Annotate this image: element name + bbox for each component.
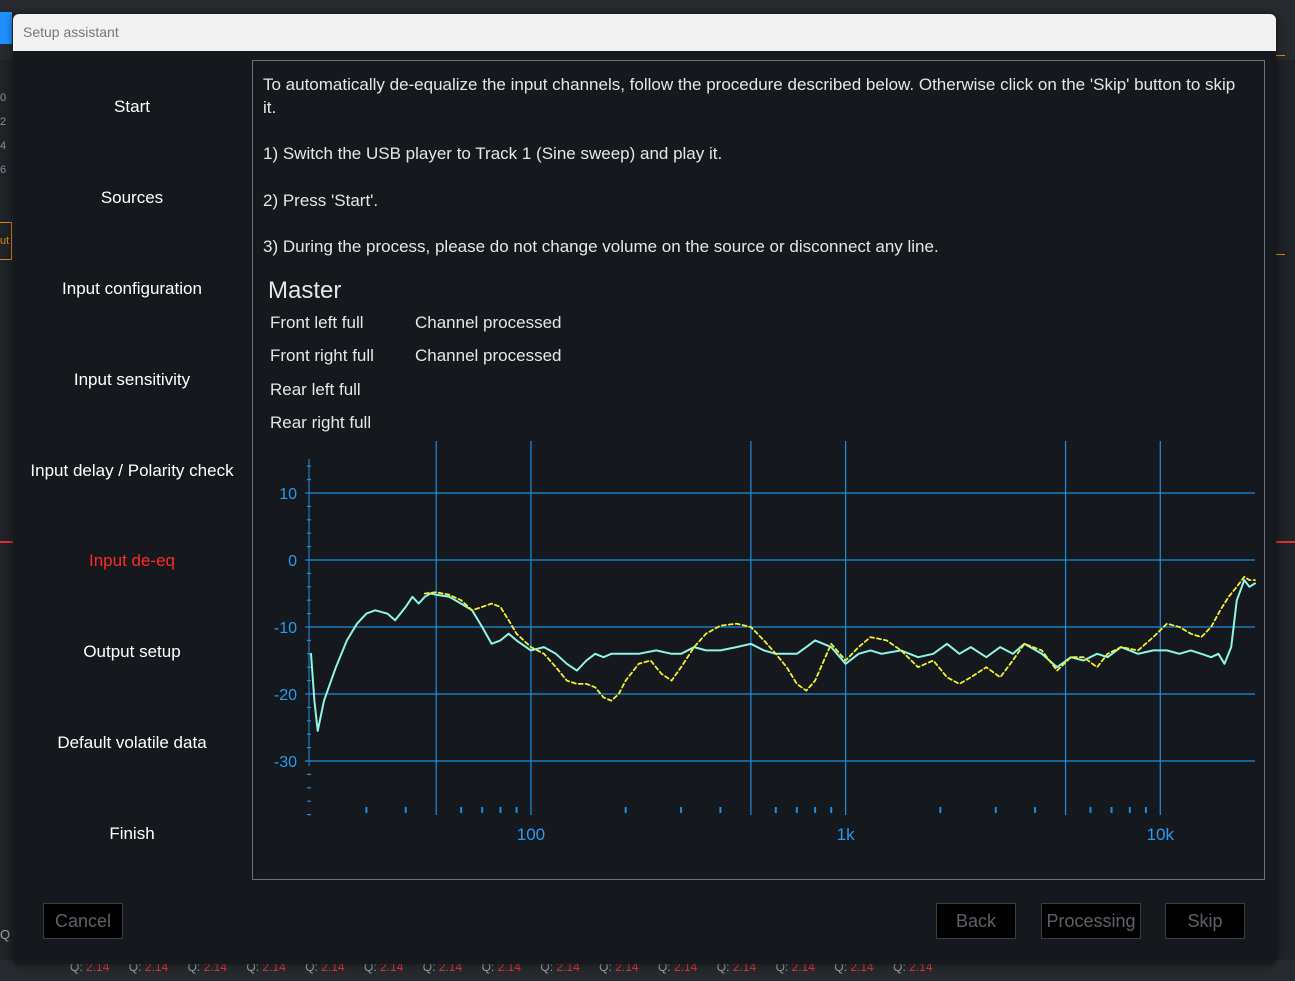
master-title: Master <box>268 277 342 304</box>
background-tick: 6 <box>0 164 7 176</box>
instruction-step-1: 1) Switch the USB player to Track 1 (Sin… <box>263 144 723 163</box>
step-input-delay-polarity-check[interactable]: Input delay / Polarity check <box>13 425 251 516</box>
x-tick-label: 1k <box>837 825 855 844</box>
background-output-label: ut <box>0 235 10 247</box>
step-input-sensitivity[interactable]: Input sensitivity <box>13 334 251 425</box>
y-tick-label: -30 <box>274 754 297 771</box>
channel-status: Channel processed <box>415 346 562 366</box>
dashed-response-line <box>423 575 1256 702</box>
step-default-volatile-data[interactable]: Default volatile data <box>13 698 251 789</box>
background-red-marker-left <box>0 541 13 543</box>
step-output-setup[interactable]: Output setup <box>13 607 251 698</box>
background-blue-tab <box>0 12 12 44</box>
y-tick-label: 0 <box>288 553 297 570</box>
skip-button[interactable]: Skip <box>1165 903 1245 939</box>
channel-name: Front left full <box>270 313 364 332</box>
x-tick-label: 100 <box>517 825 545 844</box>
back-button[interactable]: Back <box>936 903 1016 939</box>
setup-assistant-dialog: Setup assistant Start Sources Input config… <box>13 14 1276 964</box>
background-tick: 0 <box>0 92 7 104</box>
cancel-button[interactable]: Cancel <box>43 903 123 939</box>
step-finish[interactable]: Finish <box>13 788 251 879</box>
y-tick-label: -10 <box>274 620 297 637</box>
channel-name: Rear right full <box>270 413 372 433</box>
channel-name: Front right full <box>270 346 374 366</box>
instruction-step-2: 2) Press 'Start'. <box>263 191 379 210</box>
y-tick-label: -20 <box>274 687 297 704</box>
processing-button[interactable]: Processing <box>1041 903 1141 939</box>
step-input-de-eq[interactable]: Input de-eq <box>13 516 251 607</box>
step-input-configuration[interactable]: Input configuration <box>13 244 251 335</box>
step-start[interactable]: Start <box>13 62 251 153</box>
background-tick: 4 <box>0 140 7 152</box>
background-tick: 2 <box>0 116 7 128</box>
instruction-intro: To automatically de-equalize the input c… <box>263 75 1236 117</box>
background-q-label: Q <box>0 927 11 942</box>
frequency-response-chart: 100-10-20-30100 1k 10k <box>274 441 1256 844</box>
channel-status: Channel processed <box>415 313 562 332</box>
step-sources[interactable]: Sources <box>13 153 251 244</box>
dialog-title: Setup assistant <box>13 14 1276 51</box>
x-tick-label: 10k <box>1147 825 1175 844</box>
background-red-marker-right <box>1275 541 1295 543</box>
solid-response-line <box>310 579 1256 732</box>
channel-name: Rear left full <box>270 379 361 399</box>
step-list: Start Sources Input configuration Input sen… <box>13 62 251 879</box>
y-tick-label: 10 <box>279 486 297 503</box>
instruction-step-3: 3) During the process, please do not cha… <box>263 237 939 256</box>
background-left-panel <box>0 60 12 960</box>
content-panel: To automatically de-equalize the input c… <box>252 60 1265 880</box>
